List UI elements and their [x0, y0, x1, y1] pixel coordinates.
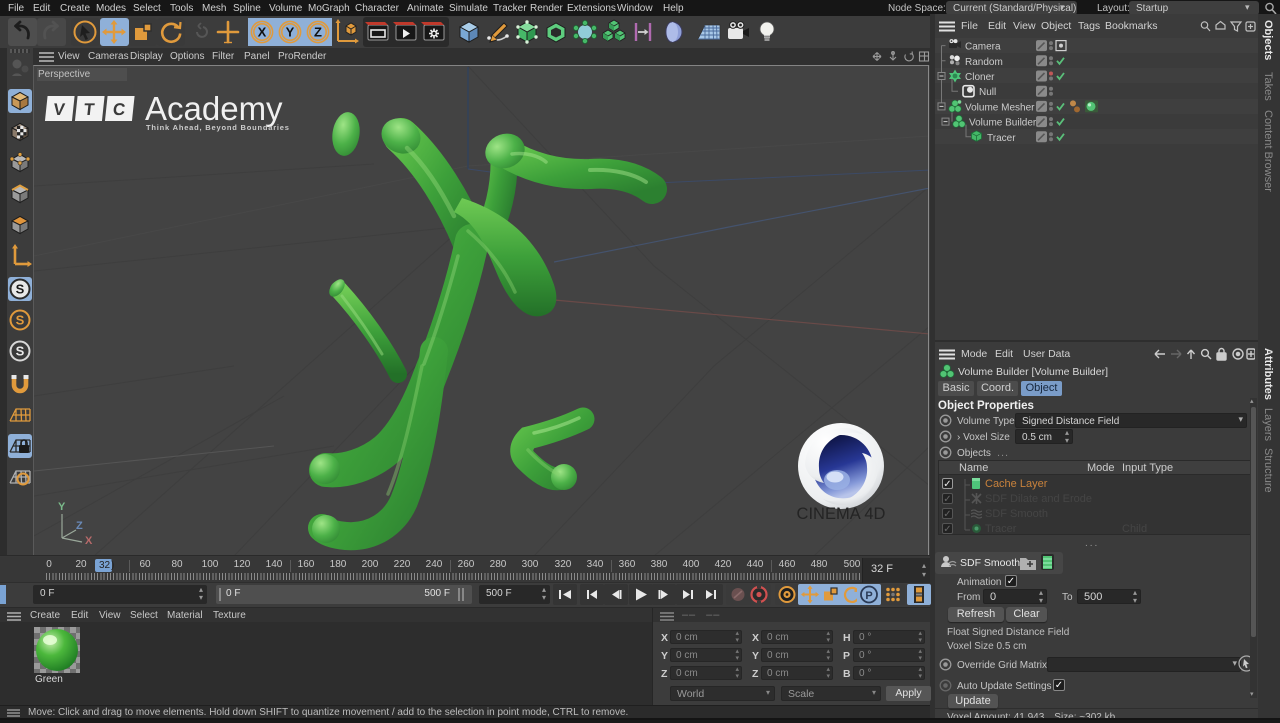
svg-text:P: P [865, 590, 872, 602]
svg-text:Y: Y [286, 25, 295, 40]
svg-text:Think Ahead, Beyond Boundaries: Think Ahead, Beyond Boundaries [146, 123, 290, 132]
svg-text:Z: Z [76, 520, 83, 532]
svg-text:Academy: Academy [145, 92, 283, 127]
svg-text:C: C [112, 100, 126, 119]
svg-text:Volume Mesher: Volume Mesher [965, 102, 1035, 113]
svg-text:Null: Null [979, 87, 996, 98]
svg-text:Y: Y [58, 501, 66, 513]
svg-text:X: X [258, 25, 267, 40]
svg-text:Tracer: Tracer [987, 133, 1016, 144]
svg-text:Random: Random [965, 57, 1003, 68]
svg-text:Cloner: Cloner [965, 72, 995, 83]
svg-text:Volume Builder: Volume Builder [969, 118, 1037, 129]
svg-text:CINEMA 4D: CINEMA 4D [797, 505, 886, 523]
svg-text:Camera: Camera [965, 42, 1001, 53]
svg-text:X: X [85, 535, 93, 547]
svg-text:S: S [16, 344, 25, 359]
svg-text:Z: Z [314, 25, 322, 40]
svg-text:S: S [16, 282, 25, 297]
svg-text:S: S [16, 313, 25, 328]
